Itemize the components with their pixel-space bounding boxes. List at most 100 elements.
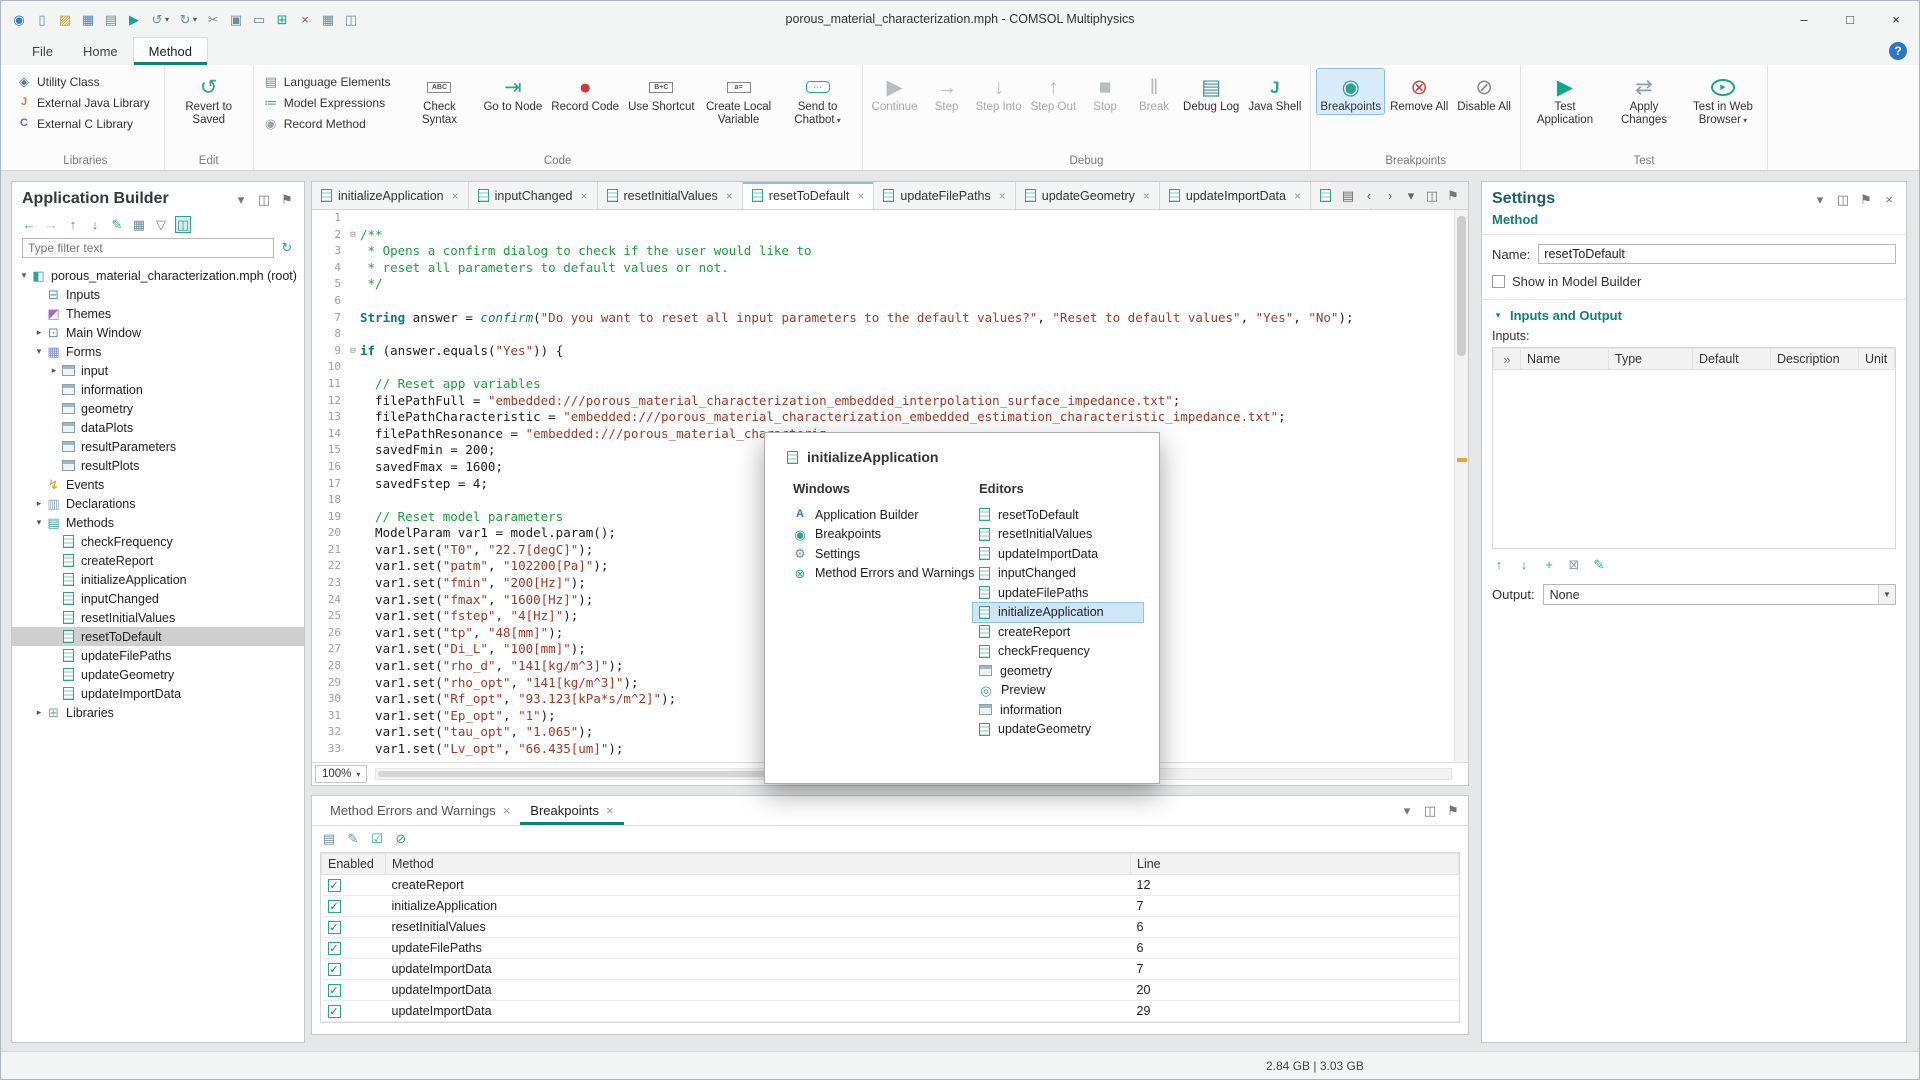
- tree-item-resetinitialvalues[interactable]: resetInitialValues: [12, 608, 304, 627]
- java-shell-button[interactable]: JJava Shell: [1245, 69, 1304, 114]
- tree-item-geometry[interactable]: geometry: [12, 399, 304, 418]
- code-line-6[interactable]: 6: [312, 293, 1454, 310]
- tab-menu-icon[interactable]: ▾: [1404, 188, 1418, 203]
- tree-item-forms[interactable]: ▾▦Forms: [12, 342, 304, 361]
- move-down-icon[interactable]: ↓: [88, 217, 102, 232]
- create-local-variable-button[interactable]: a=Create Local Variable: [701, 69, 777, 127]
- breakpoint-enabled-checkbox[interactable]: [328, 879, 341, 892]
- switcher-item-createreport[interactable]: createReport: [973, 622, 1143, 642]
- move-input-down-icon[interactable]: ↓: [1517, 557, 1531, 572]
- ribbon-tab-method[interactable]: Method: [133, 37, 208, 65]
- remove-all-button[interactable]: ⊗Remove All: [1387, 69, 1451, 114]
- apply-changes-button[interactable]: ⇄Apply Changes: [1606, 69, 1682, 127]
- maximize-button[interactable]: □: [1827, 1, 1873, 37]
- code-line-12[interactable]: 12 filePathFull = "embedded:///porous_ma…: [312, 393, 1454, 410]
- close-tab-icon[interactable]: ×: [606, 803, 614, 818]
- code-line-3[interactable]: 3 * Opens a confirm dialog to check if t…: [312, 243, 1454, 260]
- edit-input-icon[interactable]: ✎: [1592, 557, 1606, 572]
- duplicate-button[interactable]: ⊞: [272, 10, 292, 29]
- new-file-button[interactable]: ▯: [32, 10, 52, 29]
- switcher-item-updatefilepaths[interactable]: updateFilePaths: [973, 583, 1143, 603]
- messages-tab-breakpoints[interactable]: Breakpoints×: [520, 796, 623, 825]
- scrollbar-thumb[interactable]: [1457, 216, 1466, 356]
- breakpoint-row[interactable]: initializeApplication7: [322, 896, 1459, 917]
- switcher-item-updategeometry[interactable]: updateGeometry: [973, 720, 1143, 740]
- output-select[interactable]: None ▼: [1543, 584, 1896, 605]
- tree-item-dataplots[interactable]: dataPlots: [12, 418, 304, 437]
- close-tab-icon[interactable]: ×: [726, 189, 733, 203]
- tree-collapse-icon[interactable]: ▾: [18, 270, 30, 281]
- code-line-11[interactable]: 11 // Reset app variables: [312, 376, 1454, 393]
- go-to-node-button[interactable]: ⇥Go to Node: [480, 69, 545, 114]
- tree-item-events[interactable]: ↯Events: [12, 475, 304, 494]
- open-file-button[interactable]: ▨: [55, 10, 75, 29]
- messages-tab-method-errors-and-warnings[interactable]: Method Errors and Warnings×: [320, 796, 520, 825]
- tree-item-libraries[interactable]: ▸⊞Libraries: [12, 703, 304, 722]
- breakpoint-enabled-checkbox[interactable]: [328, 921, 341, 934]
- delete-button[interactable]: ×: [295, 10, 315, 29]
- model-expressions-button[interactable]: ≔Model Expressions: [260, 94, 395, 111]
- scroll-left-icon[interactable]: ‹: [1362, 188, 1376, 203]
- inputs-and-output-section[interactable]: ▾ Inputs and Output: [1482, 299, 1906, 329]
- editor-tab-updatefilepaths[interactable]: updateFilePaths×: [874, 182, 1015, 209]
- tree-item-porous-material-characterization-mph-root[interactable]: ▾◧porous_material_characterization.mph (…: [12, 266, 304, 285]
- tree-item-main-window[interactable]: ▸⊡Main Window: [12, 323, 304, 342]
- edit-node-icon[interactable]: ✎: [110, 217, 124, 232]
- breakpoint-enabled-checkbox[interactable]: [328, 900, 341, 913]
- switcher-item-information[interactable]: information: [973, 700, 1143, 720]
- code-line-10[interactable]: 10: [312, 359, 1454, 376]
- revert-to-saved-button[interactable]: ↺Revert to Saved: [171, 69, 247, 127]
- switcher-item-resettodefault[interactable]: resetToDefault: [973, 505, 1143, 525]
- switcher-item-preview[interactable]: ◎Preview: [973, 681, 1143, 701]
- panel-menu-icon[interactable]: ▾: [1813, 192, 1827, 207]
- editor-tab-inputchanged[interactable]: inputChanged×: [469, 182, 598, 209]
- tab-list-icon[interactable]: ▤: [1341, 188, 1355, 203]
- pin-icon[interactable]: ⚑: [1446, 188, 1460, 203]
- minimize-button[interactable]: –: [1781, 1, 1827, 37]
- breakpoint-row[interactable]: updateImportData7: [322, 959, 1459, 980]
- switcher-item-checkfrequency[interactable]: checkFrequency: [973, 642, 1143, 662]
- copy-button[interactable]: ▣: [226, 10, 246, 29]
- breakpoint-enabled-checkbox[interactable]: [328, 963, 341, 976]
- tree-collapse-icon[interactable]: ▾: [33, 346, 45, 357]
- check-syntax-button[interactable]: ABCCheck Syntax: [401, 69, 477, 127]
- move-up-icon[interactable]: ↑: [66, 217, 80, 232]
- pin-icon[interactable]: ⚑: [1446, 803, 1460, 818]
- switcher-item-settings[interactable]: ⚙Settings: [787, 544, 979, 564]
- test-application-button[interactable]: ▶Test Application: [1527, 69, 1603, 127]
- close-tab-icon[interactable]: ×: [581, 189, 588, 203]
- disable-all-button[interactable]: ⊘Disable All: [1454, 69, 1514, 114]
- utility-class-button[interactable]: ◈Utility Class: [13, 73, 154, 90]
- add-input-icon[interactable]: +: [1542, 557, 1556, 572]
- code-line-4[interactable]: 4 * reset all parameters to default valu…: [312, 260, 1454, 277]
- editor-tab-updategeometry[interactable]: updateGeometry×: [1016, 182, 1160, 209]
- tree-expand-icon[interactable]: ▸: [33, 498, 45, 509]
- save-button[interactable]: ▦: [78, 10, 98, 29]
- tree-item-initializeapplication[interactable]: initializeApplication: [12, 570, 304, 589]
- filter-menu-icon[interactable]: ▽: [154, 217, 168, 232]
- tree-collapse-icon[interactable]: ▾: [33, 517, 45, 528]
- panel-menu-icon[interactable]: ▾: [234, 192, 248, 207]
- refresh-filter-icon[interactable]: ↻: [280, 240, 294, 255]
- model-manager-button[interactable]: ▦: [318, 10, 338, 29]
- tree-item-resultparameters[interactable]: resultParameters: [12, 437, 304, 456]
- fold-toggle-icon[interactable]: ⊟: [346, 227, 360, 244]
- tree-item-information[interactable]: information: [12, 380, 304, 399]
- switcher-item-breakpoints[interactable]: ◉Breakpoints: [787, 525, 979, 545]
- pin-icon[interactable]: ⚑: [280, 192, 294, 207]
- edit-breakpoints-icon[interactable]: ✎: [346, 831, 360, 846]
- section-collapse-icon[interactable]: ▾: [1492, 310, 1504, 321]
- external-c-library-button[interactable]: CExternal C Library: [13, 115, 154, 132]
- send-to-chatbot-button[interactable]: ⋯Send to Chatbot ▾: [780, 69, 856, 127]
- switcher-item-geometry[interactable]: geometry: [973, 661, 1143, 681]
- tree-item-declarations[interactable]: ▸▥Declarations: [12, 494, 304, 513]
- tree-item-inputs[interactable]: ⊟Inputs: [12, 285, 304, 304]
- close-tab-icon[interactable]: ×: [857, 189, 864, 203]
- breakpoint-row[interactable]: updateFilePaths6: [322, 938, 1459, 959]
- disable-all-breakpoints-icon[interactable]: ⊘: [394, 831, 408, 846]
- nav-forward-icon[interactable]: →: [44, 217, 58, 232]
- code-line-5[interactable]: 5 */: [312, 276, 1454, 293]
- breakpoint-list-icon[interactable]: ▤: [322, 831, 336, 846]
- record-method-button[interactable]: ◉Record Method: [260, 115, 395, 132]
- close-tab-icon[interactable]: ×: [503, 803, 511, 818]
